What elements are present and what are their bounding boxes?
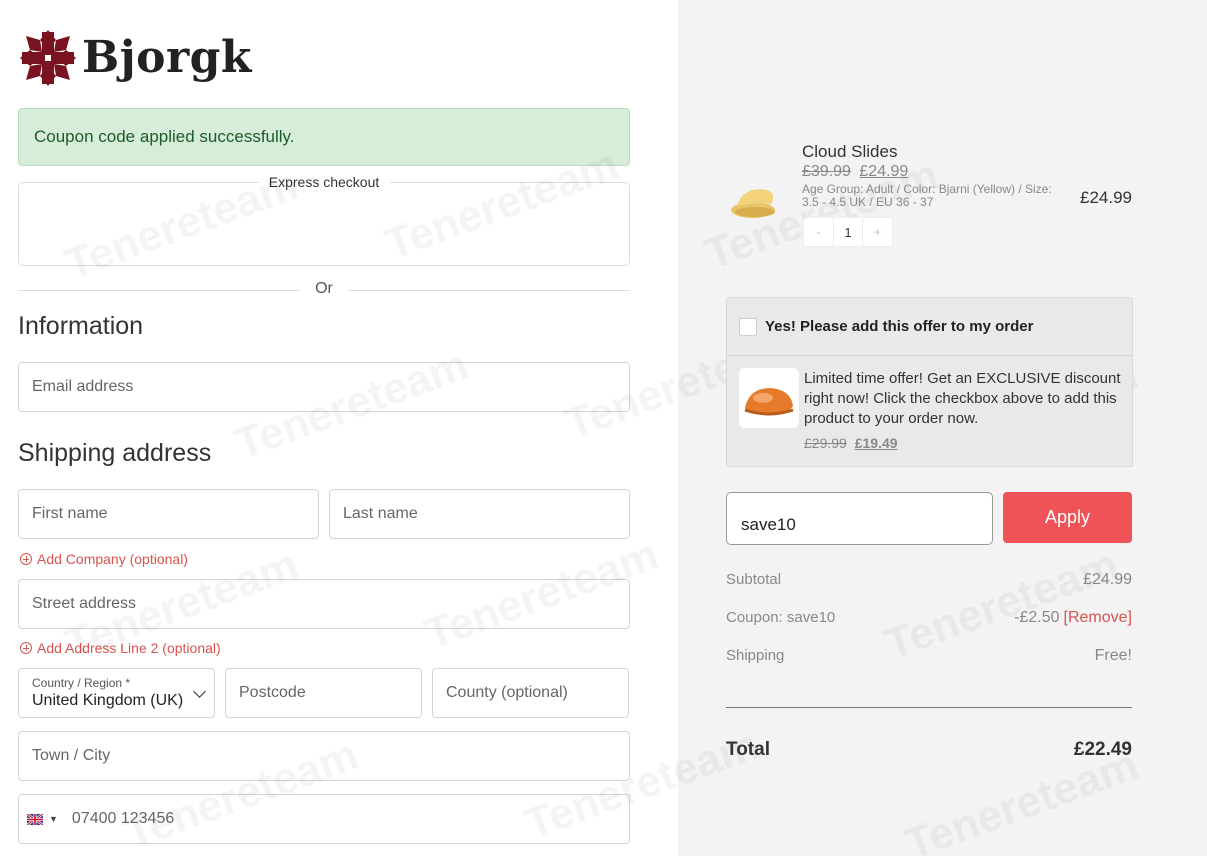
product-variant-meta: Age Group: Adult / Color: Bjarni (Yellow…	[802, 182, 1052, 209]
product-prices: £39.99 £24.99	[802, 163, 908, 181]
snowflake-logo-icon	[20, 30, 76, 86]
subtotal-label: Subtotal	[726, 571, 782, 588]
county-field[interactable]: County (optional)	[432, 668, 629, 718]
or-label: Or	[301, 280, 347, 298]
shipping-value: Free!	[1094, 647, 1132, 664]
country-code-caret-icon[interactable]: ▼	[49, 814, 58, 824]
information-heading: Information	[18, 312, 144, 340]
total-value: £22.49	[1073, 739, 1132, 760]
offer-checkbox[interactable]	[739, 317, 757, 336]
plus-circle-icon	[20, 553, 32, 565]
brand-name: Bjorgk	[82, 32, 252, 83]
express-checkout-label: Express checkout	[258, 174, 390, 190]
coupon-success-notice: Coupon code applied successfully.	[18, 108, 630, 166]
total-label: Total	[726, 739, 770, 760]
town-city-field[interactable]: Town / City	[18, 731, 630, 781]
shipping-heading: Shipping address	[18, 439, 212, 467]
plus-circle-icon	[20, 642, 32, 654]
street-address-field[interactable]: Street address	[18, 579, 630, 629]
offer-new-price: £19.49	[854, 435, 898, 451]
shipping-label: Shipping	[726, 647, 785, 664]
quantity-value[interactable]: 1	[832, 218, 864, 246]
add-company-link[interactable]: Add Company (optional)	[20, 551, 188, 567]
or-divider: Or	[18, 280, 630, 300]
upsell-offer-box: Yes! Please add this offer to my order L…	[726, 297, 1133, 467]
quantity-increase-button[interactable]: +	[863, 218, 892, 246]
first-name-placeholder: First name	[32, 505, 108, 522]
product-line-price: £24.99	[1080, 188, 1132, 207]
county-placeholder: County (optional)	[446, 684, 568, 701]
last-name-placeholder: Last name	[343, 505, 418, 522]
phone-field[interactable]: ▼ 07400 123456	[18, 794, 630, 844]
cloud-slides-product-image	[731, 189, 775, 218]
offer-checkbox-label: Yes! Please add this offer to my order	[765, 318, 1034, 335]
country-select[interactable]: Country / Region * United Kingdom (UK)	[18, 668, 215, 718]
checkout-form-column: Bjorgk Coupon code applied successfully.…	[0, 0, 678, 856]
coupon-value-group: -£2.50 [Remove]	[1014, 609, 1132, 627]
email-placeholder: Email address	[32, 378, 134, 395]
product-new-price: £24.99	[859, 163, 909, 180]
subtotal-row: Subtotal £24.99	[726, 571, 1132, 589]
first-name-field[interactable]: First name	[18, 489, 319, 539]
email-field[interactable]: Email address	[18, 362, 630, 412]
offer-old-price: £29.99	[804, 435, 847, 451]
apply-coupon-button[interactable]: Apply	[1003, 492, 1132, 543]
divider-line-right	[348, 290, 630, 291]
quantity-stepper: - 1 +	[803, 217, 893, 247]
notice-text: Coupon code applied successfully.	[34, 127, 295, 146]
postcode-field[interactable]: Postcode	[225, 668, 422, 718]
phone-placeholder: 07400 123456	[71, 810, 175, 827]
coupon-discount-value: -£2.50	[1014, 609, 1060, 626]
coupon-label: Coupon: save10	[726, 609, 836, 626]
add-address-line2-link[interactable]: Add Address Line 2 (optional)	[20, 640, 221, 656]
street-placeholder: Street address	[32, 595, 137, 612]
brand-logo[interactable]: Bjorgk	[20, 30, 252, 86]
divider-line-left	[18, 290, 300, 291]
town-placeholder: Town / City	[32, 747, 111, 764]
orange-clog-product-image	[739, 368, 799, 428]
offer-description: Limited time offer! Get an EXCLUSIVE dis…	[804, 370, 1121, 427]
chevron-down-icon	[193, 685, 206, 698]
country-label: Country / Region *	[32, 676, 131, 690]
express-checkout-box: Express checkout	[18, 174, 630, 266]
gb-flag-icon[interactable]	[27, 813, 43, 825]
shipping-row: Shipping Free!	[726, 647, 1132, 665]
postcode-placeholder: Postcode	[239, 684, 306, 701]
remove-coupon-link[interactable]: [Remove]	[1064, 609, 1132, 626]
product-old-price: £39.99	[802, 163, 851, 180]
offer-prices: £29.99 £19.49	[804, 435, 898, 451]
add-company-label: Add Company (optional)	[37, 551, 188, 567]
coupon-code-input[interactable]: save10	[726, 492, 993, 545]
summary-divider	[726, 707, 1132, 708]
coupon-row: Coupon: save10 -£2.50 [Remove]	[726, 609, 1132, 627]
quantity-decrease-button[interactable]: -	[804, 218, 833, 246]
offer-checkbox-row[interactable]: Yes! Please add this offer to my order	[727, 298, 1132, 356]
product-name[interactable]: Cloud Slides	[802, 142, 897, 162]
total-row: Total £22.49	[726, 739, 1132, 761]
last-name-field[interactable]: Last name	[329, 489, 630, 539]
add-line2-label: Add Address Line 2 (optional)	[37, 640, 221, 656]
subtotal-value: £24.99	[1083, 571, 1132, 588]
country-value: United Kingdom (UK)	[32, 692, 184, 709]
